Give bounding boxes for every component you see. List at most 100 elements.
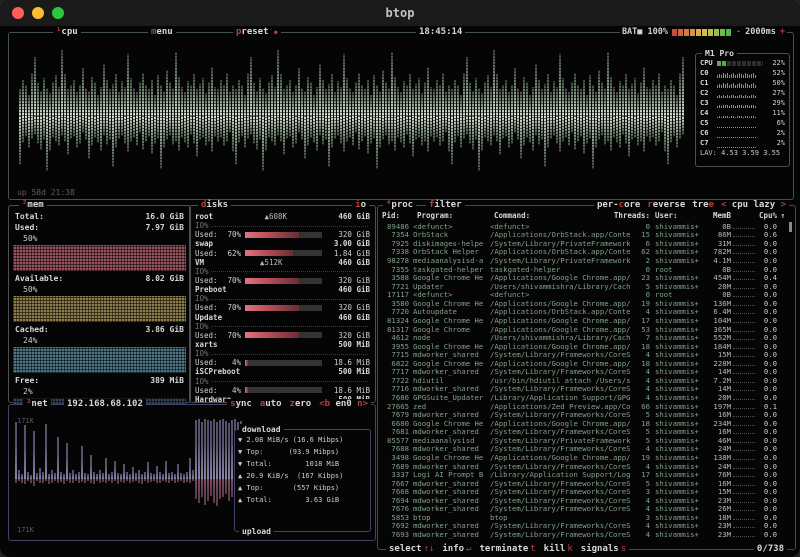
proc-row[interactable]: 7694mdworker_shared/System/Library/Frame… (382, 496, 785, 505)
proc-row[interactable]: 7686GPGSuite_Updater/Library/Application… (382, 393, 785, 402)
proc-row[interactable]: 89486<defunct><defunct>0shivammis+0B0.0 (382, 222, 785, 231)
proc-footer-select-button[interactable]: select↑↓ (389, 544, 434, 555)
disks-io-toggle[interactable]: io (352, 200, 369, 211)
cpu-graph-column (490, 41, 492, 191)
proc-footer-info-button[interactable]: info↵ (442, 544, 471, 555)
proc-footer-terminate-button[interactable]: terminatet (479, 544, 535, 555)
proc-row[interactable]: 7355taskgated-helpertaskgated-helper0roo… (382, 265, 785, 274)
proc-table-header: Pid: Program: Command: Threads: User: Me… (382, 211, 785, 220)
cpu-graph-column (82, 41, 84, 191)
proc-row[interactable]: 3955Google Chrome He/Applications/Google… (382, 342, 785, 351)
proc-row[interactable]: 5853btopbtop3shivammis+18M0.0 (382, 513, 785, 522)
proc-row[interactable]: 6680Google Chrome He/Applications/Google… (382, 419, 785, 428)
proc-row[interactable]: 7668mdworker_shared/System/Library/Frame… (382, 487, 785, 496)
cpu-graph-column (118, 41, 120, 191)
net-up-bar (213, 479, 215, 503)
proc-row[interactable]: 7925diskimages-helpe/System/Library/Priv… (382, 239, 785, 248)
net-down-bar (144, 472, 146, 479)
cpu-core-row: C72% (696, 138, 789, 148)
net-up-bar (126, 479, 128, 481)
proc-row[interactable]: 3337Logi AI Prompt B/Library/Application… (382, 470, 785, 479)
net-zero-button[interactable]: zero (290, 399, 312, 410)
proc-mem-graph (733, 404, 755, 409)
cpu-graph-column (178, 41, 180, 191)
proc-row[interactable]: 7681mdworker_shared/System/Library/Frame… (382, 428, 785, 437)
cpu-graph-column (454, 41, 456, 191)
interval-decrease-button[interactable]: - (736, 27, 741, 38)
proc-filter-button[interactable]: filter (426, 200, 465, 211)
cpu-graph-column (124, 41, 126, 191)
cpu-graph-column (652, 41, 654, 191)
net-up-bar (63, 479, 65, 484)
net-iface-switcher[interactable]: <b en0 n> (319, 399, 368, 410)
cpu-graph-column (85, 41, 87, 191)
cpu-graph-column (73, 41, 75, 191)
proc-footer-kill-button[interactable]: killk (544, 544, 573, 555)
mem-entry-graph (13, 347, 186, 373)
proc-row[interactable]: 7715mdworker_shared/System/Library/Frame… (382, 350, 785, 359)
proc-row[interactable]: 27665zed/Applications/Zed Preview.app/Co… (382, 402, 785, 411)
net-up-bar (72, 479, 74, 483)
cpu-graph-column (481, 41, 483, 191)
proc-row[interactable]: 7667mdworker_shared/System/Library/Frame… (382, 479, 785, 488)
cpu-graph-column (676, 41, 678, 191)
proc-row[interactable]: 7354OrbStack/Applications/OrbStack.app/C… (382, 231, 785, 240)
menu-button[interactable]: menu (148, 27, 176, 38)
mem-entry-percent: 24% (13, 335, 186, 346)
cpu-graph-column (190, 41, 192, 191)
cpu-graph-column (580, 41, 582, 191)
proc-row[interactable]: 3498Google Chrome He/Applications/Google… (382, 453, 785, 462)
interval-increase-button[interactable]: + (780, 27, 785, 38)
proc-row[interactable]: 6822Google Chrome He/Applications/Google… (382, 359, 785, 368)
proc-table: 89486<defunct><defunct>0shivammis+0B0.07… (382, 222, 785, 539)
proc-row[interactable]: 17117<defunct><defunct>0root0B0.0 (382, 291, 785, 300)
proc-row[interactable]: 98278mediaanalysisd-a/System/Library/Pri… (382, 256, 785, 265)
proc-mem-graph (733, 232, 755, 237)
proc-row[interactable]: 3588Google Chrome He/Applications/Google… (382, 273, 785, 282)
net-down-bar (57, 437, 59, 479)
net-up-bar (96, 479, 98, 481)
net-up-bar (42, 479, 44, 483)
proc-row[interactable]: 7679mdworker_shared/System/Library/Frame… (382, 410, 785, 419)
proc-percore-toggle[interactable]: per-core (597, 200, 640, 211)
cpu-graph-column (562, 41, 564, 191)
proc-row[interactable]: 4612node/Users/shivammishra/Library/Cach… (382, 333, 785, 342)
proc-row[interactable]: 7721Updater/Users/shivammishra/Library/C… (382, 282, 785, 291)
proc-footer-signals-button[interactable]: signalss (581, 544, 626, 555)
cpu-graph-column (478, 41, 480, 191)
proc-row[interactable]: 7717mdworker_shared/System/Library/Frame… (382, 368, 785, 377)
proc-row[interactable]: 7338OrbStack Helper/Applications/OrbStac… (382, 248, 785, 257)
cpu-graph-column (64, 41, 66, 191)
proc-row[interactable]: 7676mdworker_shared/System/Library/Frame… (382, 505, 785, 514)
proc-row[interactable]: 7693mdworker_shared/System/Library/Frame… (382, 530, 785, 539)
proc-row[interactable]: 7720Autoupdate/Applications/OrbStack.app… (382, 308, 785, 317)
net-auto-button[interactable]: auto (260, 399, 282, 410)
proc-mem-graph (733, 318, 755, 323)
proc-sort-selector[interactable]: < cpu lazy > (721, 200, 786, 211)
proc-row[interactable]: 81317Google Chrome/Applications/Google C… (382, 325, 785, 334)
proc-row[interactable]: 7689mdworker_shared/System/Library/Frame… (382, 462, 785, 471)
proc-row[interactable]: 7722hdiutil/usr/bin/hdiutil attach /User… (382, 376, 785, 385)
cpu-graph-column (97, 41, 99, 191)
net-sync-button[interactable]: sync (230, 399, 252, 410)
proc-tree-toggle[interactable]: tree (692, 200, 714, 211)
proc-row[interactable]: 7692mdworker_shared/System/Library/Frame… (382, 522, 785, 531)
window-title: btop (0, 6, 800, 20)
disk-used-meter (245, 232, 322, 238)
net-up-bar (18, 479, 20, 481)
proc-scrollbar[interactable] (789, 222, 792, 232)
proc-row[interactable]: 7716mdworker_shared/System/Library/Frame… (382, 385, 785, 394)
disk-io-row: IO% (195, 221, 370, 230)
proc-row[interactable]: 3580Google Chrome He/Applications/Google… (382, 299, 785, 308)
preset-button[interactable]: preset ● (233, 27, 281, 38)
sort-arrow-icon[interactable]: ↑ (777, 211, 785, 220)
proc-row[interactable]: 81324Google Chrome He/Applications/Googl… (382, 316, 785, 325)
cpu-model: M1 Pro (702, 48, 737, 59)
cpu-graph-column (49, 41, 51, 191)
proc-panel-title: ⁴proc (383, 200, 416, 211)
proc-reverse-toggle[interactable]: reverse (647, 200, 685, 211)
proc-row[interactable]: 7688mdworker_shared/System/Library/Frame… (382, 445, 785, 454)
proc-row[interactable]: 85577mediaanalysisd/System/Library/Priva… (382, 436, 785, 445)
cpu-graph-column (556, 41, 558, 191)
cpu-graph-column (157, 41, 159, 191)
